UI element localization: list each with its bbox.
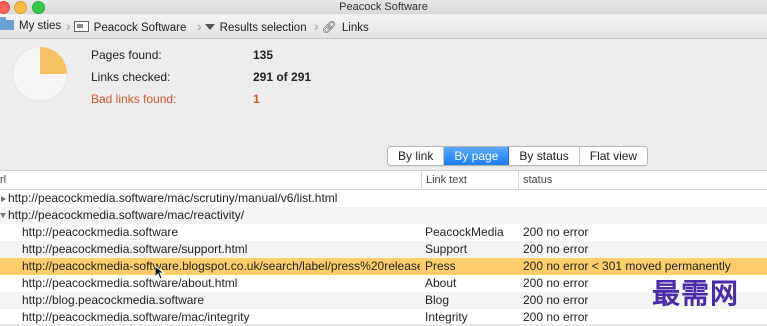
tab-flat-view[interactable]: Flat view [579,147,648,165]
table-header: rl Link text status [0,171,767,190]
breadcrumb-item-links[interactable]: › 🔗︎ Links [314,15,369,38]
chevron-right-icon: › [197,18,202,34]
disclosure-triangle-icon[interactable] [0,213,6,218]
chevron-right-icon: › [66,18,71,34]
links-pie-chart [12,46,68,102]
close-window-button[interactable] [0,1,10,14]
zoom-window-button[interactable] [32,1,45,14]
watermark-text: 最需网 [652,277,740,310]
breadcrumb-item-site[interactable]: › Peacock Software [66,15,186,38]
bad-links-value: 1 [253,92,260,106]
links-checked-value: 291 of 291 [253,70,312,84]
chevron-right-icon: › [314,18,319,34]
column-header-link-text[interactable]: Link text [421,171,518,189]
table-row[interactable]: http://peacockmedia.software/support.htm… [0,241,767,258]
folder-icon [0,16,14,30]
window-title-bar: Peacock Software [0,0,767,14]
column-header-status[interactable]: status [518,171,767,189]
links-checked-label: Links checked: [91,70,171,84]
tab-by-page[interactable]: By page [444,147,510,165]
disclosure-triangle-icon[interactable] [1,196,6,202]
column-header-url[interactable]: rl [0,171,419,189]
view-mode-segmented-control: By link By page By status Flat view [387,146,649,166]
site-icon [73,21,89,33]
link-icon: 🔗︎ [321,20,337,35]
breadcrumb: My sties › Peacock Software › Results sele… [0,15,767,39]
breadcrumb-item-my-sites[interactable]: My sties [0,15,61,38]
filter-icon [204,23,215,30]
table-row[interactable]: http://peacockmedia.software PeacockMedi… [0,224,767,241]
table-row[interactable]: http://peacockmedia.software/mac/scrutin… [0,190,767,207]
bad-links-label: Bad links found: [91,92,177,106]
pie-highlight-slice [40,47,67,74]
mouse-pointer-icon [155,266,165,280]
tab-by-status[interactable]: By status [509,147,580,165]
table-row[interactable]: http://peacockmedia.software/mac/reactiv… [0,207,767,224]
window-title: Peacock Software [339,1,428,13]
breadcrumb-item-results-selection[interactable]: › Results selection [197,15,307,38]
pages-found-label: Pages found: [91,48,162,62]
tab-by-link[interactable]: By link [388,147,445,165]
minimize-window-button[interactable] [14,1,27,14]
pages-found-value: 135 [253,48,274,62]
